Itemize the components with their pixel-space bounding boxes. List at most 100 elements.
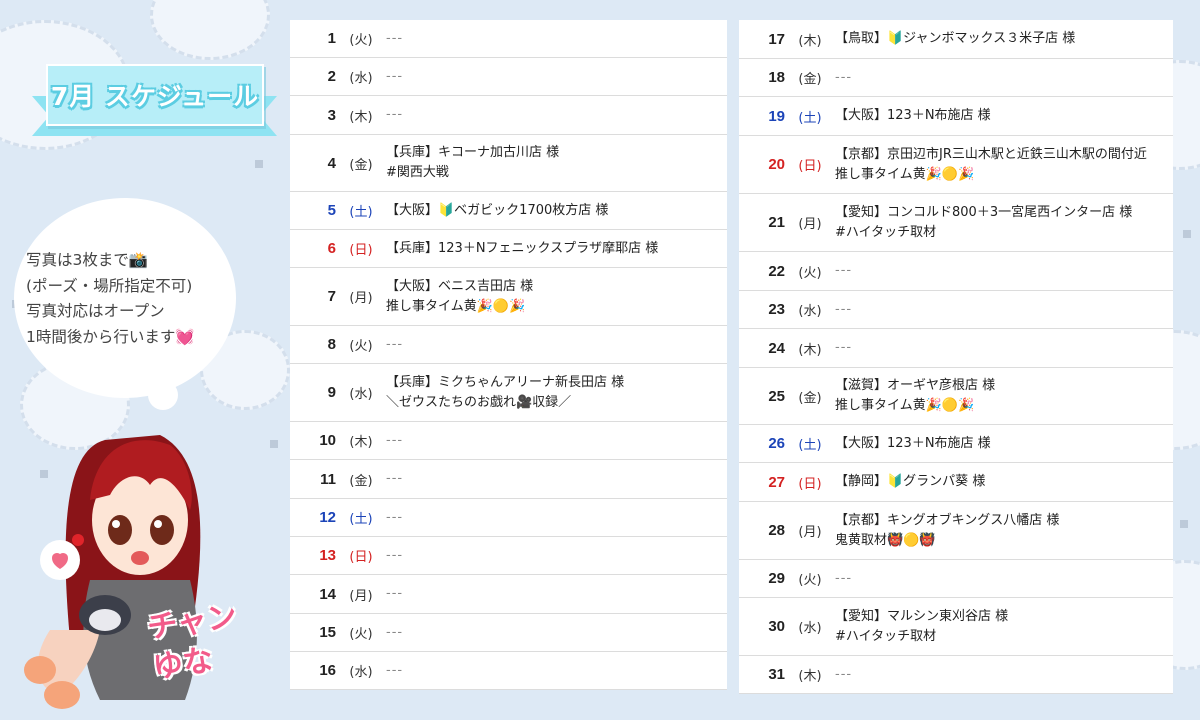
- schedule-row: 5 (土) 【大阪】🔰ベガビック1700枚方店 様: [290, 192, 727, 230]
- day-of-week: (月): [349, 291, 373, 306]
- day-number: 14: [319, 585, 336, 603]
- day-of-week: (水): [349, 71, 373, 86]
- day-number: 4: [327, 154, 336, 172]
- photo-note: 写真は3枚まで📸 (ポーズ・場所指定不可) 写真対応はオープン 1時間後から行い…: [26, 248, 256, 350]
- day-of-week: (水): [798, 304, 822, 319]
- day-of-week: (月): [798, 217, 822, 232]
- event-details: 【滋賀】オーギヤ彦根店 様推し事タイム黄🎉🟡🎉: [835, 376, 1173, 416]
- day-of-week: (金): [798, 72, 822, 87]
- day-number: 30: [768, 618, 785, 635]
- day-number: 12: [319, 509, 336, 526]
- event-line: 【京都】京田辺市JR三山木駅と近鉄三山木駅の間付近: [835, 146, 1147, 162]
- event-details: ---: [835, 338, 1173, 358]
- event-line: ---: [386, 624, 404, 640]
- schedule-column-left: 1 (火) --- 2 (水) --- 3 (木) --- 4 (金) 【兵庫】キコーナ加古川店 様 #…: [290, 20, 727, 690]
- schedule-row: 25 (金) 【滋賀】オーギヤ彦根店 様推し事タイム黄🎉🟡🎉: [739, 368, 1173, 425]
- day-number: 1: [327, 30, 336, 47]
- day-number: 16: [319, 662, 336, 679]
- day-of-week: (火): [349, 33, 373, 48]
- day-of-week: (金): [349, 157, 373, 173]
- day-of-week: (水): [349, 665, 373, 680]
- event-line: 【鳥取】🔰ジャンボマックス３米子店 様: [835, 31, 1076, 46]
- schedule-row: 27 (日) 【静岡】🔰グランパ葵 様: [739, 463, 1173, 502]
- schedule-row: 16 (水) ---: [290, 652, 727, 690]
- banner-plate: 7月 スケジュール: [46, 64, 264, 126]
- page-title: 7月 スケジュール: [50, 82, 260, 111]
- event-details: ---: [386, 623, 727, 643]
- day-of-week: (日): [349, 243, 373, 258]
- day-number: 22: [768, 262, 785, 280]
- day-of-week: (木): [798, 342, 822, 358]
- event-line: 【愛知】マルシン東刈谷店 様: [835, 608, 1009, 624]
- event-line: #関西大戦: [386, 165, 449, 180]
- day-number: 3: [327, 106, 336, 124]
- schedule-row: 12 (土) ---: [290, 499, 727, 537]
- event-line: 【大阪】🔰ベガビック1700枚方店 様: [386, 202, 609, 218]
- day-of-week: (日): [798, 476, 822, 492]
- day-number: 15: [319, 624, 336, 641]
- event-details: 【大阪】123＋N布施店 様: [835, 106, 1173, 126]
- event-line: 【京都】キングオブキングス八幡店 様: [835, 512, 1060, 528]
- event-details: ---: [835, 665, 1173, 685]
- event-line: ---: [835, 301, 853, 317]
- schedule-row: 30 (水) 【愛知】マルシン東刈谷店 様 #ハイタッチ取材: [739, 598, 1173, 656]
- event-details: 【兵庫】キコーナ加古川店 様 #関西大戦: [386, 143, 727, 183]
- event-line: 【静岡】🔰グランパ葵 様: [835, 474, 986, 489]
- event-line: #ハイタッチ取材: [835, 628, 937, 644]
- day-number: 11: [320, 470, 336, 488]
- day-of-week: (水): [798, 621, 822, 636]
- day-number: 20: [768, 156, 785, 173]
- schedule-row: 13 (日) ---: [290, 537, 727, 575]
- schedule-row: 22 (火) ---: [739, 252, 1173, 291]
- event-details: ---: [386, 335, 727, 355]
- event-details: 【鳥取】🔰ジャンボマックス３米子店 様: [835, 29, 1173, 49]
- event-line: 【兵庫】123＋Nフェニックスプラザ摩耶店 様: [386, 240, 659, 256]
- schedule-row: 15 (火) ---: [290, 614, 727, 652]
- day-of-week: (火): [798, 573, 822, 588]
- event-details: ---: [835, 261, 1173, 281]
- event-line: ---: [835, 263, 853, 278]
- schedule-row: 28 (月) 【京都】キングオブキングス八幡店 様鬼黄取材👹🟡👹: [739, 502, 1173, 560]
- day-of-week: (土): [349, 512, 373, 527]
- day-number: 23: [768, 301, 785, 318]
- event-line: ---: [386, 662, 404, 678]
- day-number: 17: [768, 30, 785, 48]
- event-details: 【大阪】123＋N布施店 様: [835, 434, 1173, 454]
- day-number: 13: [319, 547, 336, 564]
- schedule-row: 18 (金) ---: [739, 59, 1173, 97]
- event-line: 推し事タイム黄🎉🟡🎉: [835, 398, 975, 413]
- day-of-week: (土): [798, 110, 822, 126]
- schedule-row: 9 (水) 【兵庫】ミクちゃんアリーナ新長田店 様 ＼ゼウスたちのお戯れ🎥収録／: [290, 364, 727, 422]
- event-details: ---: [835, 68, 1173, 88]
- day-of-week: (木): [798, 669, 822, 684]
- event-line: ＼ゼウスたちのお戯れ🎥収録／: [386, 394, 572, 410]
- schedule-row: 1 (火) ---: [290, 20, 727, 58]
- event-details: ---: [386, 431, 727, 451]
- event-details: 【愛知】コンコルド800＋3一宮尾西インター店 様 #ハイタッチ取材: [835, 203, 1173, 243]
- day-number: 6: [327, 240, 336, 257]
- day-number: 18: [768, 69, 785, 86]
- schedule-row: 2 (水) ---: [290, 58, 727, 96]
- day-number: 19: [768, 107, 785, 125]
- event-line: ---: [386, 586, 404, 601]
- event-line: ---: [835, 666, 853, 682]
- day-of-week: (金): [798, 390, 822, 406]
- day-of-week: (火): [349, 339, 373, 354]
- schedule-row: 7 (月) 【大阪】ベニス吉田店 様推し事タイム黄🎉🟡🎉: [290, 268, 727, 326]
- schedule-row: 29 (火) ---: [739, 560, 1173, 598]
- event-details: 【愛知】マルシン東刈谷店 様 #ハイタッチ取材: [835, 607, 1173, 647]
- event-details: ---: [386, 508, 727, 528]
- event-details: ---: [386, 469, 727, 489]
- day-number: 27: [768, 473, 785, 491]
- note-line: 写真は3枚まで📸: [26, 251, 149, 269]
- day-of-week: (月): [349, 588, 373, 604]
- day-number: 28: [768, 522, 785, 539]
- event-details: 【静岡】🔰グランパ葵 様: [835, 472, 1173, 492]
- schedule-row: 19 (土) 【大阪】123＋N布施店 様: [739, 97, 1173, 136]
- event-line: #ハイタッチ取材: [835, 224, 937, 240]
- day-number: 9: [327, 384, 336, 401]
- day-number: 24: [768, 339, 785, 357]
- event-line: ---: [386, 432, 404, 448]
- event-details: ---: [835, 300, 1173, 320]
- event-line: ---: [386, 68, 404, 84]
